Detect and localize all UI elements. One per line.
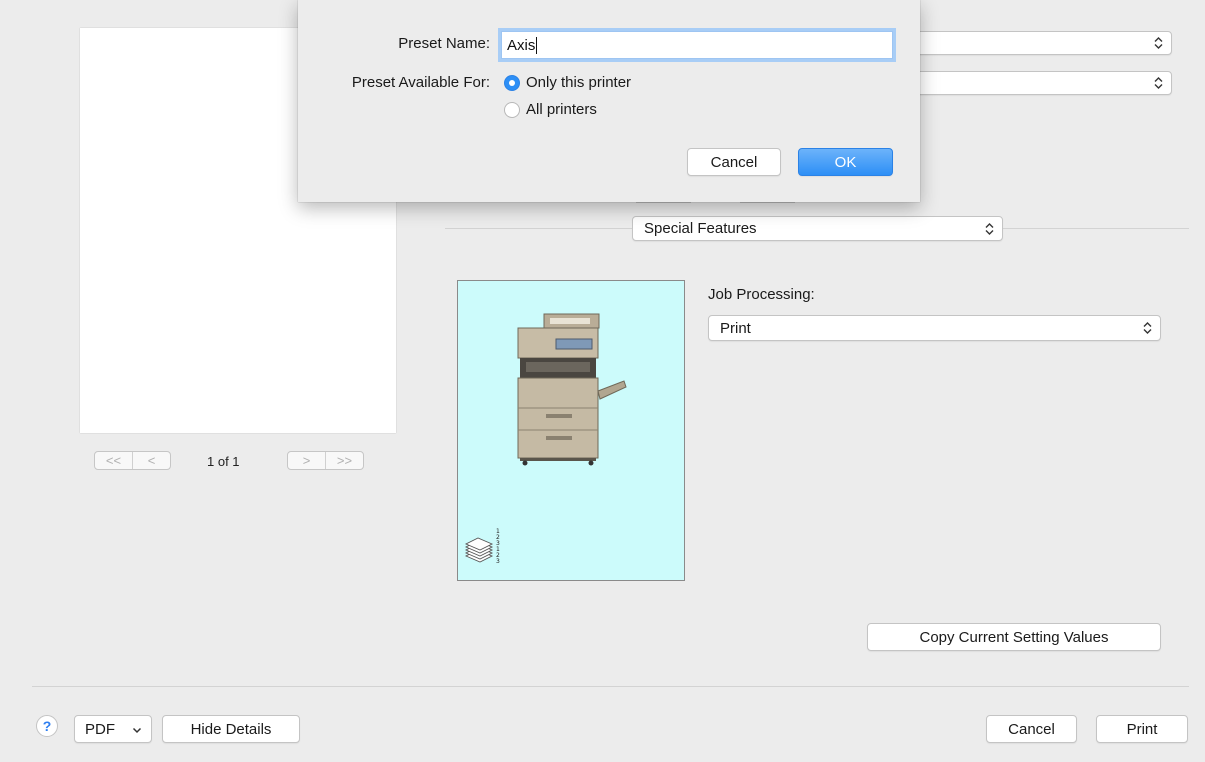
radio-only-this-printer-label: Only this printer	[526, 74, 632, 91]
sheet-ok-button[interactable]: OK	[798, 148, 893, 176]
up-down-chevron-icon	[1143, 322, 1152, 334]
previous-page-button[interactable]: <	[132, 452, 170, 469]
svg-text:3: 3	[496, 558, 500, 565]
radio-all-printers[interactable]: All printers	[504, 101, 597, 118]
radio-selected-icon	[504, 74, 520, 91]
section-popup[interactable]: Special Features	[632, 216, 1003, 241]
preview-back-buttons: << <	[94, 451, 171, 470]
cancel-button[interactable]: Cancel	[986, 715, 1077, 743]
job-processing-label: Job Processing:	[708, 286, 815, 303]
sheet-cancel-button[interactable]: Cancel	[687, 148, 781, 176]
first-page-button[interactable]: <<	[95, 452, 132, 469]
question-mark-icon[interactable]: ?	[36, 715, 58, 737]
printer-popup[interactable]	[880, 31, 1172, 55]
text-caret	[536, 36, 538, 54]
job-processing-popup[interactable]: Print	[708, 315, 1161, 341]
pdf-label: PDF	[85, 720, 115, 738]
radio-unselected-icon	[504, 101, 520, 118]
chevron-down-icon	[132, 727, 142, 734]
next-page-button[interactable]: >	[288, 452, 325, 469]
presets-popup[interactable]	[880, 71, 1172, 95]
section-popup-label: Special Features	[644, 220, 757, 237]
preview-forward-buttons: > >>	[287, 451, 364, 470]
hide-details-button[interactable]: Hide Details	[162, 715, 300, 743]
up-down-chevron-icon	[1154, 37, 1163, 49]
preset-name-input[interactable]: Axis	[501, 31, 893, 59]
preset-name-value: Axis	[507, 36, 536, 54]
printer-illustration: 123 123	[457, 280, 685, 581]
save-preset-sheet: Preset Name: Axis Preset Available For: …	[298, 0, 920, 202]
last-page-button[interactable]: >>	[325, 452, 363, 469]
copy-current-setting-values-button[interactable]: Copy Current Setting Values	[867, 623, 1161, 651]
collated-stack-icon: 123 123	[464, 528, 500, 565]
footer-divider	[32, 686, 1189, 687]
radio-all-printers-label: All printers	[526, 101, 597, 118]
radio-only-this-printer[interactable]: Only this printer	[504, 74, 631, 91]
page-count-label: 1 of 1	[207, 454, 240, 469]
up-down-chevron-icon	[1154, 77, 1163, 89]
print-button[interactable]: Print	[1096, 715, 1188, 743]
preset-name-label: Preset Name:	[398, 35, 490, 52]
up-down-chevron-icon	[985, 222, 994, 235]
preset-available-for-label: Preset Available For:	[351, 74, 490, 91]
pdf-menu-button[interactable]: PDF	[74, 715, 152, 743]
job-processing-value: Print	[720, 319, 751, 337]
